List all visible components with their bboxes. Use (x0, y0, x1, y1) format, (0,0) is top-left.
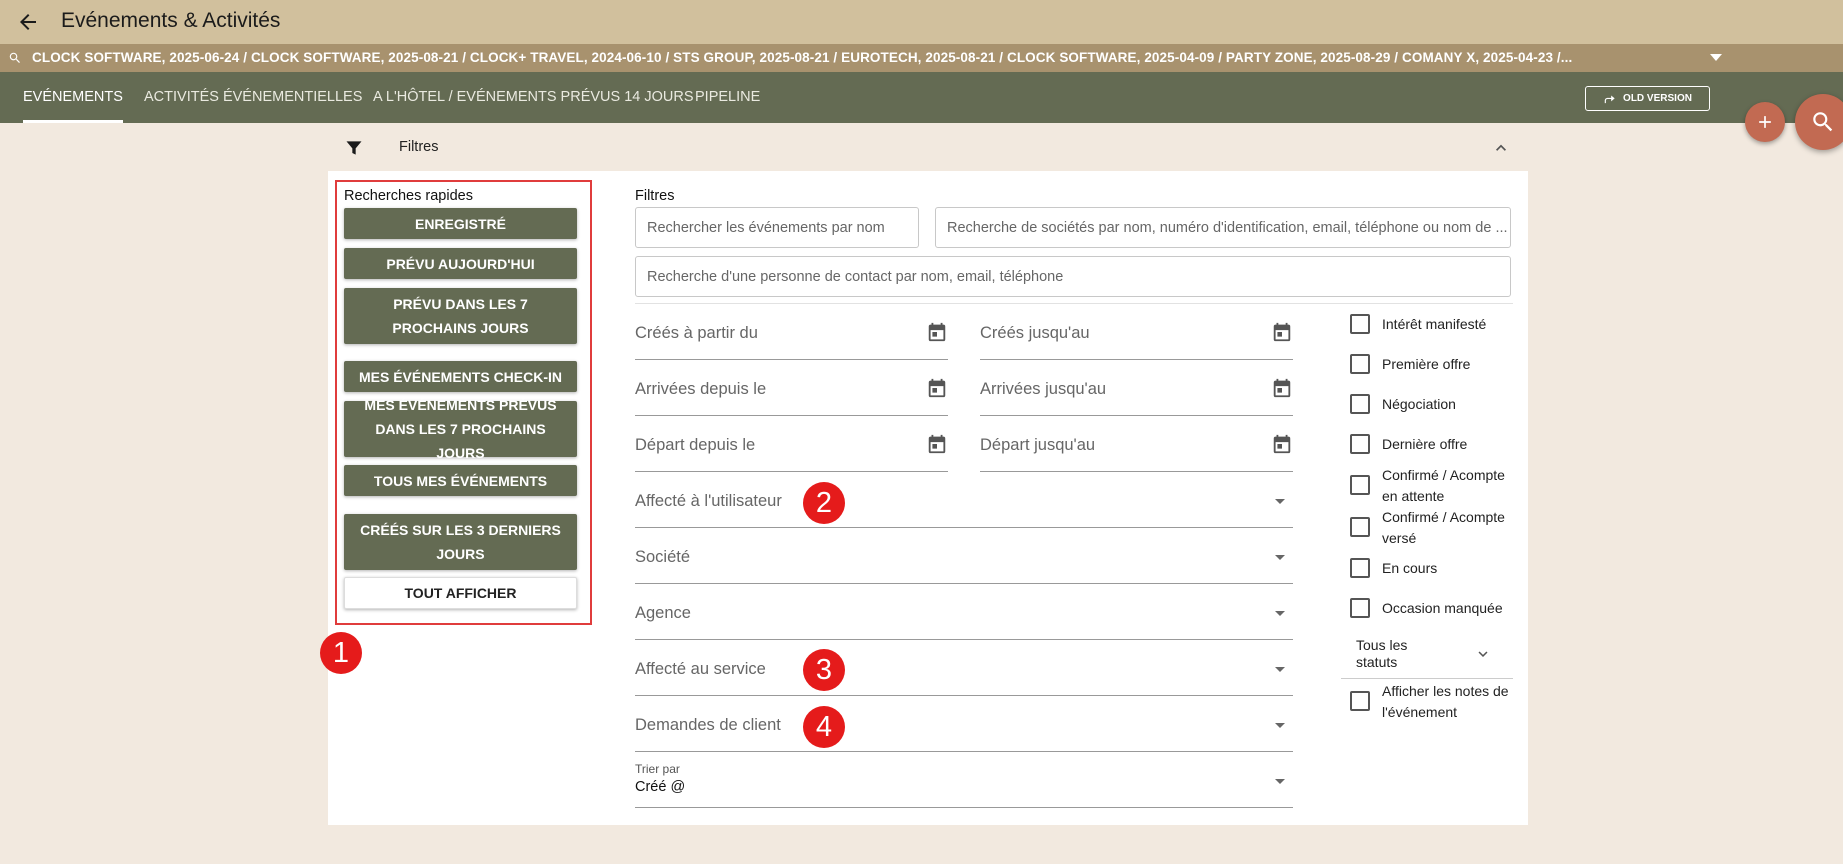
show-event-notes-option[interactable]: Afficher les notes de l'événement (1350, 681, 1512, 723)
annotation-badge: 4 (803, 706, 845, 748)
redirect-arrow-icon (1604, 95, 1615, 103)
annotation-badge: 2 (803, 482, 845, 524)
select-label: Affecté à l'utilisateur (635, 492, 782, 510)
all-statuses-label: Tous les statuts (1356, 637, 1408, 670)
status-option[interactable]: Intérêt manifesté (1350, 314, 1512, 335)
status-option[interactable]: Dernière offre (1350, 434, 1512, 455)
quick-prevu-aujourdhui-button[interactable]: Prévu aujourd'hui (344, 248, 577, 279)
company-select[interactable]: Société (635, 528, 1293, 584)
dropdown-arrow-icon[interactable] (1275, 723, 1285, 728)
sort-by-select[interactable]: Trier par Créé @ (635, 752, 1293, 808)
date-label: Créés à partir du (635, 324, 758, 342)
checkbox[interactable] (1350, 394, 1370, 414)
checkbox[interactable] (1350, 558, 1370, 578)
app-header: Evénements & Activités (0, 0, 1843, 44)
filter-panel-title: Filtres (399, 139, 439, 155)
client-requests-select[interactable]: Demandes de client (635, 696, 1293, 752)
date-label: Départ jusqu'au (980, 436, 1096, 454)
dropdown-arrow-icon[interactable] (1275, 667, 1285, 672)
checkbox[interactable] (1350, 314, 1370, 334)
recent-items-bar: CLOCK SOFTWARE, 2025-06-24 / CLOCK SOFTW… (0, 44, 1843, 72)
calendar-icon[interactable] (926, 376, 948, 400)
company-search-input[interactable]: Recherche de sociétés par nom, numéro d'… (935, 207, 1511, 248)
annotation-badge: 1 (320, 632, 362, 674)
sort-label: Trier par (635, 762, 680, 776)
dropdown-arrow-icon[interactable] (1275, 499, 1285, 504)
date-label: Créés jusqu'au (980, 324, 1090, 342)
page-title: Evénements & Activités (61, 9, 281, 32)
recent-items-breadcrumb[interactable]: CLOCK SOFTWARE, 2025-06-24 / CLOCK SOFTW… (32, 50, 1612, 65)
created-until-date-field[interactable]: Créés jusqu'au (980, 304, 1293, 360)
main-nav: Evénements Activités événementielles A l… (0, 72, 1843, 123)
agency-select[interactable]: Agence (635, 584, 1293, 640)
arrivals-from-date-field[interactable]: Arrivées depuis le (635, 360, 948, 416)
select-label: Agence (635, 604, 691, 622)
tab-pipeline[interactable]: Pipeline (695, 72, 760, 123)
tab-evenements[interactable]: Evénements (23, 72, 123, 123)
quick-searches-title: Recherches rapides (344, 188, 473, 204)
filters-label: Filtres (635, 188, 675, 204)
all-statuses-select[interactable]: Tous les statuts (1341, 633, 1513, 679)
date-label: Arrivées jusqu'au (980, 380, 1107, 398)
back-arrow-icon[interactable] (16, 10, 40, 34)
dropdown-caret-icon[interactable] (1710, 54, 1722, 61)
created-from-date-field[interactable]: Créés à partir du (635, 304, 948, 360)
plus-icon (1759, 116, 1771, 128)
checkbox[interactable] (1350, 475, 1370, 495)
select-label: Affecté au service (635, 660, 766, 678)
select-label: Société (635, 548, 691, 566)
dropdown-arrow-icon[interactable] (1275, 779, 1285, 784)
quick-prevu-7-jours-button[interactable]: Prévu dans les 7 prochains jours (344, 288, 577, 344)
quick-tous-mes-evenements-button[interactable]: Tous mes événements (344, 465, 577, 496)
search-icon (1813, 112, 1833, 132)
dropdown-arrow-icon[interactable] (1275, 555, 1285, 560)
calendar-icon[interactable] (1271, 432, 1293, 456)
search-icon (9, 52, 20, 63)
chevron-up-icon[interactable] (1491, 138, 1511, 158)
quick-enregistre-button[interactable]: Enregistré (344, 208, 577, 239)
checkbox[interactable] (1350, 354, 1370, 374)
checkbox[interactable] (1350, 517, 1370, 537)
date-label: Départ depuis le (635, 436, 756, 454)
quick-mes-prevus-7-jours-button[interactable]: Mes événements prévus dans les 7 prochai… (344, 397, 577, 461)
status-option[interactable]: Confirmé / Acompte en attente (1350, 465, 1512, 507)
calendar-icon[interactable] (926, 320, 948, 344)
tab-activites-evenementielles[interactable]: Activités événementielles (144, 72, 362, 123)
quick-crees-3-jours-button[interactable]: Créés sur les 3 derniers jours (344, 514, 577, 570)
search-button[interactable] (1795, 94, 1843, 150)
chevron-down-icon[interactable] (1474, 645, 1492, 663)
arrivals-until-date-field[interactable]: Arrivées jusqu'au (980, 360, 1293, 416)
assigned-service-select[interactable]: Affecté au service (635, 640, 1293, 696)
checkbox[interactable] (1350, 598, 1370, 618)
calendar-icon[interactable] (1271, 376, 1293, 400)
quick-tout-afficher-button[interactable]: Tout afficher (344, 577, 577, 609)
old-version-label: OLD VERSION (1623, 93, 1692, 104)
annotation-badge: 3 (803, 649, 845, 691)
tab-hotel-evenements-14-jours[interactable]: A l'hôtel / Evénements prévus 14 jours (373, 72, 694, 123)
event-name-search-input[interactable]: Rechercher les événements par nom (635, 207, 919, 248)
filter-icon (346, 141, 362, 155)
contact-search-input[interactable]: Recherche d'une personne de contact par … (635, 256, 1511, 297)
calendar-icon[interactable] (1271, 320, 1293, 344)
add-button[interactable] (1745, 102, 1785, 142)
checkbox[interactable] (1350, 434, 1370, 454)
date-label: Arrivées depuis le (635, 380, 767, 398)
calendar-icon[interactable] (926, 432, 948, 456)
checkbox[interactable] (1350, 691, 1370, 711)
status-option[interactable]: Négociation (1350, 394, 1512, 415)
status-option[interactable]: Confirmé / Acompte versé (1350, 507, 1512, 549)
assigned-user-select[interactable]: Affecté à l'utilisateur (635, 472, 1293, 528)
filter-panel-header[interactable]: Filtres (328, 128, 1528, 168)
dropdown-arrow-icon[interactable] (1275, 611, 1285, 616)
status-option[interactable]: En cours (1350, 558, 1512, 579)
status-option[interactable]: Première offre (1350, 354, 1512, 375)
departure-until-date-field[interactable]: Départ jusqu'au (980, 416, 1293, 472)
quick-mes-check-in-button[interactable]: Mes événements check-in (344, 361, 577, 392)
status-option[interactable]: Occasion manquée (1350, 598, 1512, 619)
old-version-button[interactable]: OLD VERSION (1585, 86, 1710, 111)
departure-from-date-field[interactable]: Départ depuis le (635, 416, 948, 472)
sort-value: Créé @ (635, 779, 686, 795)
select-label: Demandes de client (635, 716, 781, 734)
